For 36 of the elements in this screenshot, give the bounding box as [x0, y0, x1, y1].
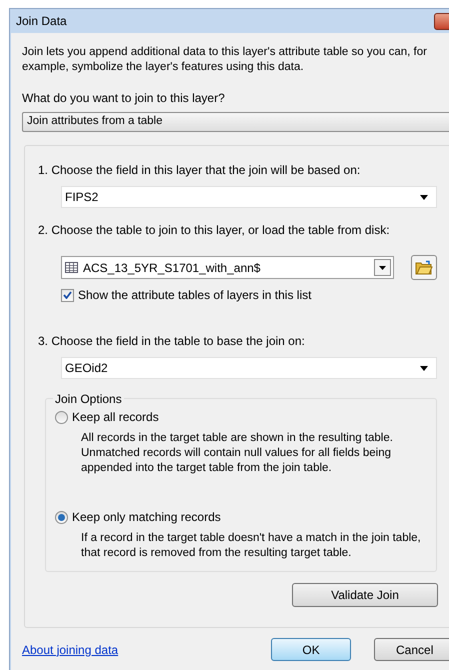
- checkbox[interactable]: [61, 288, 74, 302]
- check-icon: [63, 291, 72, 299]
- join-type-dropdown[interactable]: Join attributes from a table: [22, 112, 449, 132]
- option-description: All records in the target table are shown in the resulting table. Unmatched records will contain null values for all fields being appended into the target table from the join table.: [81, 431, 394, 476]
- field-dropdown[interactable]: FIPS2: [61, 186, 437, 208]
- intro-text: Join lets you append additional data to this layer's attribute table so you can, for example, symbolize the layer's features using this data.: [22, 45, 428, 75]
- validate-join-button[interactable]: Validate Join: [292, 583, 438, 607]
- dropdown-value: ACS_13_5YR_S1701_with_ann$: [83, 260, 262, 276]
- table-dropdown[interactable]: ACS_13_5YR_S1701_with_ann$: [61, 256, 394, 279]
- radio-button[interactable]: [55, 510, 68, 524]
- radio-label: Keep only matching records: [72, 509, 221, 526]
- dropdown-value: Join attributes from a table: [27, 114, 163, 130]
- step-label: 3. Choose the field in the table to base the join on:: [38, 333, 306, 350]
- radio-button[interactable]: [55, 410, 68, 424]
- step-label: 2. Choose the table to join to this layer, or load the table from disk:: [38, 222, 391, 239]
- join-type-label: What do you want to join to this layer?: [22, 90, 226, 107]
- dropdown-value: FIPS2: [65, 189, 98, 206]
- caret-icon: [379, 266, 386, 270]
- caret-icon: [420, 366, 428, 370]
- dialog-button[interactable]: Cancel: [374, 638, 449, 661]
- dropdown-value: GEOid2: [65, 360, 108, 377]
- help-link[interactable]: About joining data: [22, 640, 271, 658]
- table-icon: [65, 262, 78, 273]
- checkbox-row[interactable]: Show the attribute tables of layers in this list: [61, 286, 449, 304]
- window-title: Join Data: [16, 13, 67, 30]
- field-dropdown[interactable]: GEOid2: [61, 357, 437, 379]
- radio-option[interactable]: Keep all records: [55, 408, 436, 426]
- step-label: 1. Choose the field in this layer that the join will be based on:: [38, 162, 362, 179]
- radio-option[interactable]: Keep only matching records: [55, 508, 436, 526]
- option-description: If a record in the target table doesn't have a match in the join table, that record is removed from the resulting target table.: [81, 531, 422, 561]
- folder-icon: [415, 260, 433, 275]
- checkbox-label: Show the attribute tables of layers in this list: [78, 287, 312, 304]
- open-folder-button[interactable]: [411, 255, 437, 280]
- dialog-button[interactable]: OK: [270, 638, 352, 661]
- radio-label: Keep all records: [72, 409, 159, 426]
- caret-icon: [420, 194, 428, 200]
